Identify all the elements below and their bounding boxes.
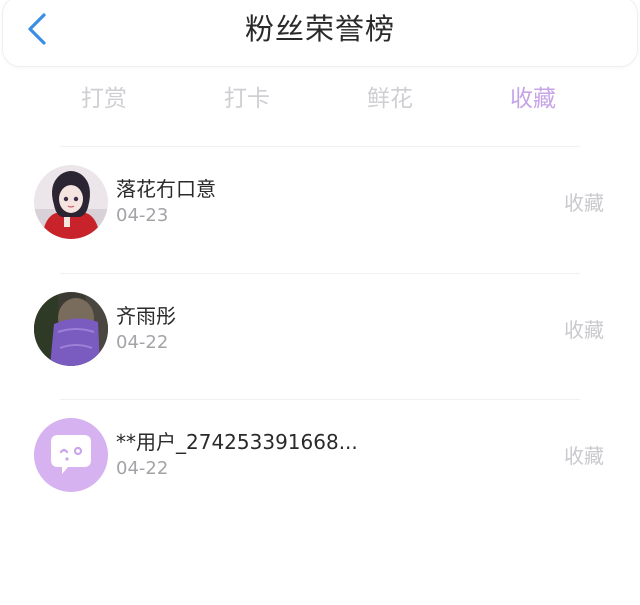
avatar[interactable]	[34, 418, 108, 492]
tab-flowers[interactable]: 鲜花	[358, 78, 422, 120]
page-title: 粉丝荣誉榜	[244, 12, 395, 46]
avatar[interactable]	[34, 165, 108, 239]
fan-honor-page: 粉丝荣誉榜 打赏 打卡 鲜花 收藏 落花冇口意 04-23 收藏 齐雨彤 04-…	[0, 0, 640, 605]
avatar[interactable]	[34, 292, 108, 366]
fan-date: 04-22	[116, 458, 169, 479]
list-item[interactable]: **用户_274253391668... 04-22 收藏	[0, 400, 640, 526]
fan-date: 04-23	[116, 205, 169, 226]
tab-reward[interactable]: 打赏	[72, 78, 136, 120]
tab-bar: 打赏 打卡 鲜花 收藏	[0, 78, 640, 120]
favorite-label: 收藏	[564, 444, 604, 468]
tab-checkin[interactable]: 打卡	[215, 78, 279, 120]
anime-girl-avatar-icon	[34, 165, 108, 239]
fan-date: 04-22	[116, 332, 169, 353]
fan-name: 齐雨彤	[116, 304, 176, 328]
purple-veil-avatar-icon	[34, 292, 108, 366]
top-nav-bar: 粉丝荣誉榜	[2, 0, 638, 67]
favorite-label: 收藏	[564, 191, 604, 215]
list-item[interactable]: 落花冇口意 04-23 收藏	[0, 147, 640, 273]
fan-name: 落花冇口意	[116, 177, 216, 201]
fan-name: **用户_274253391668...	[116, 430, 358, 454]
favorite-label: 收藏	[564, 318, 604, 342]
tab-favorites[interactable]: 收藏	[501, 78, 565, 120]
chat-bubble-avatar-icon	[34, 418, 108, 492]
list-item[interactable]: 齐雨彤 04-22 收藏	[0, 274, 640, 400]
